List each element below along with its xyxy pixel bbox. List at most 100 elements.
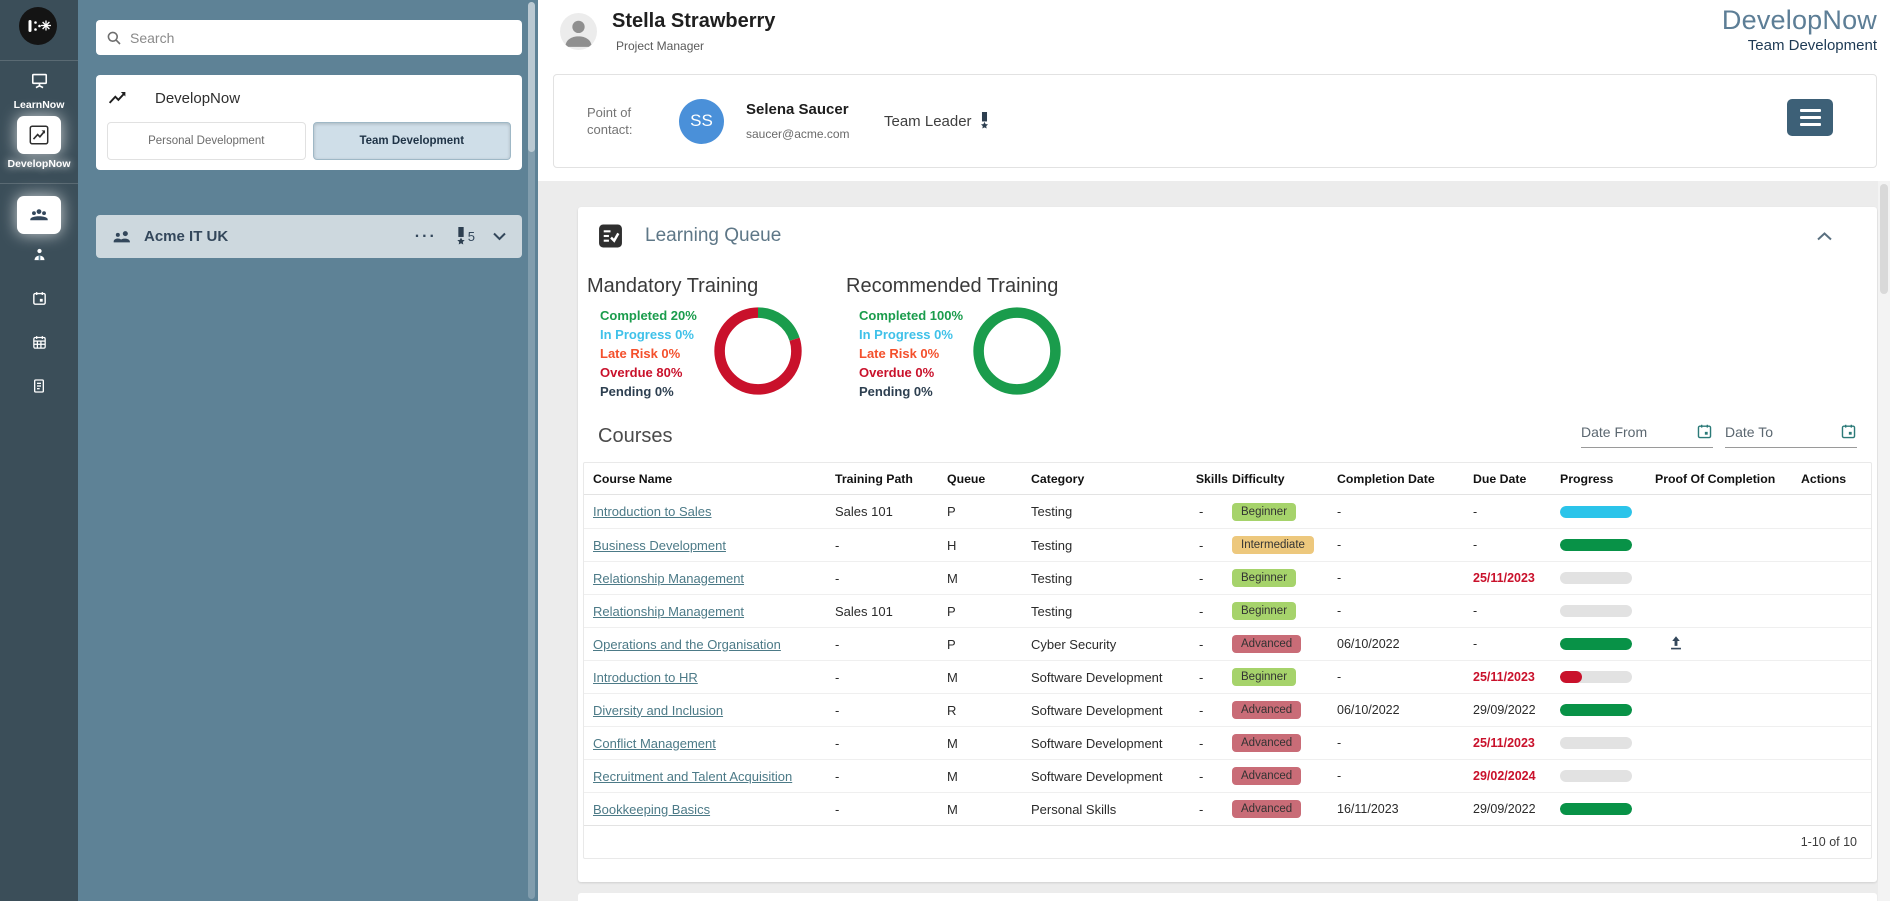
legend-pending: Pending 0% xyxy=(600,382,703,401)
panel-title: DevelopNow xyxy=(155,90,240,107)
training-path-cell: - xyxy=(835,769,947,784)
nav-rail: LearnNow DevelopNow xyxy=(0,0,78,901)
toggle-personal-development[interactable]: Personal Development xyxy=(107,122,306,160)
queue-cell: P xyxy=(947,504,1031,519)
scrollbar-thumb[interactable] xyxy=(1880,184,1888,294)
rail-item-calendar[interactable] xyxy=(0,290,78,307)
skills-cell: - xyxy=(1191,571,1232,586)
due-date-cell: 29/09/2022 xyxy=(1473,703,1560,717)
poc-label: Point ofcontact: xyxy=(587,104,649,138)
brand-block: DevelopNow Team Development xyxy=(1722,5,1877,54)
queue-cell: M xyxy=(947,802,1031,817)
table-row: Bookkeeping Basics - M Personal Skills -… xyxy=(584,792,1871,825)
group-icon xyxy=(112,227,132,247)
skills-cell: - xyxy=(1191,670,1232,685)
rail-item-team-development[interactable] xyxy=(0,196,78,234)
progress-bar-fill xyxy=(1560,671,1582,683)
schedule-calendar-icon xyxy=(31,334,48,351)
donut-chart xyxy=(710,303,806,399)
due-date-cell: 25/11/2023 xyxy=(1473,571,1560,585)
course-name-link[interactable]: Conflict Management xyxy=(593,736,716,751)
difficulty-badge: Advanced xyxy=(1232,767,1301,785)
skills-cell: - xyxy=(1191,802,1232,817)
course-name-link[interactable]: Diversity and Inclusion xyxy=(593,703,723,718)
course-name-link[interactable]: Introduction to Sales xyxy=(593,504,712,519)
collapse-section-button[interactable] xyxy=(1817,232,1832,241)
category-cell: Software Development xyxy=(1031,670,1191,685)
rail-item-trainer[interactable] xyxy=(0,246,78,263)
chevron-down-icon[interactable] xyxy=(493,232,506,241)
completion-date-cell: 06/10/2022 xyxy=(1337,703,1473,717)
progress-bar xyxy=(1560,605,1632,617)
rail-item-developnow[interactable]: DevelopNow xyxy=(0,116,78,170)
developnow-icon xyxy=(17,116,61,154)
completion-date-cell: - xyxy=(1337,571,1473,585)
course-name-link[interactable]: Operations and the Organisation xyxy=(593,637,781,652)
page-user-role: Project Manager xyxy=(616,39,704,53)
learning-queue-card: Learning Queue Mandatory TrainingComplet… xyxy=(578,207,1877,882)
category-cell: Software Development xyxy=(1031,769,1191,784)
sidebar: DevelopNow Personal Development Team Dev… xyxy=(78,0,538,901)
difficulty-badge: Advanced xyxy=(1232,800,1301,818)
course-name-link[interactable]: Bookkeeping Basics xyxy=(593,802,710,817)
search-input[interactable] xyxy=(130,30,512,46)
toggle-team-development[interactable]: Team Development xyxy=(313,122,512,160)
course-name-link[interactable]: Recruitment and Talent Acquisition xyxy=(593,769,792,784)
legend-overdue: Overdue 80% xyxy=(600,363,703,382)
queue-cell: M xyxy=(947,571,1031,586)
date-from-label: Date From xyxy=(1581,424,1647,440)
date-to-field[interactable]: Date To xyxy=(1725,423,1857,448)
rail-item-schedule[interactable] xyxy=(0,334,78,351)
category-cell: Cyber Security xyxy=(1031,637,1191,652)
calendar-icon xyxy=(1840,423,1857,440)
course-name-link[interactable]: Relationship Management xyxy=(593,571,744,586)
contact-avatar-initials[interactable]: SS xyxy=(679,99,724,144)
upload-proof-icon[interactable] xyxy=(1667,634,1685,652)
due-date-cell: - xyxy=(1473,505,1560,519)
rail-item-learnnow[interactable]: LearnNow xyxy=(0,71,78,111)
completion-date-cell: - xyxy=(1337,538,1473,552)
skills-cell: - xyxy=(1191,736,1232,751)
date-from-field[interactable]: Date From xyxy=(1581,423,1713,448)
page-user-name: Stella Strawberry xyxy=(612,10,775,33)
chart-legend: Completed 100%In Progress 0%Late Risk 0%… xyxy=(859,303,962,401)
completion-date-cell: - xyxy=(1337,505,1473,519)
courses-title: Courses xyxy=(598,425,672,448)
category-cell: Testing xyxy=(1031,538,1191,553)
sidebar-scrollbar-thumb[interactable] xyxy=(528,2,535,152)
app-logo[interactable] xyxy=(19,7,57,45)
skills-cell: - xyxy=(1191,769,1232,784)
team-medal-count[interactable]: 5 xyxy=(455,227,475,246)
vertical-scrollbar[interactable] xyxy=(1878,181,1890,901)
queue-cell: P xyxy=(947,604,1031,619)
difficulty-badge: Advanced xyxy=(1232,701,1301,719)
completion-date-cell: - xyxy=(1337,670,1473,684)
completion-date-cell: 16/11/2023 xyxy=(1337,802,1473,816)
table-row: Business Development - H Testing - Inter… xyxy=(584,528,1871,561)
due-date-cell: - xyxy=(1473,637,1560,651)
course-name-link[interactable]: Business Development xyxy=(593,538,726,553)
queue-cell: M xyxy=(947,670,1031,685)
team-menu-ellipsis[interactable]: ··· xyxy=(415,228,437,246)
rail-label-developnow: DevelopNow xyxy=(0,158,78,170)
menu-hamburger-button[interactable] xyxy=(1787,99,1833,136)
legend-late-risk: Late Risk 0% xyxy=(600,344,703,363)
column-header-proof-of-completion: Proof Of Completion xyxy=(1655,472,1801,486)
progress-bar xyxy=(1560,737,1632,749)
team-row-acme-it-uk[interactable]: Acme IT UK ··· 5 xyxy=(96,215,522,258)
training-path-cell: - xyxy=(835,802,947,817)
due-date-cell: 29/02/2024 xyxy=(1473,769,1560,783)
queue-cell: H xyxy=(947,538,1031,553)
rail-item-documents[interactable] xyxy=(0,378,78,394)
due-date-cell: 29/09/2022 xyxy=(1473,802,1560,816)
category-cell: Testing xyxy=(1031,571,1191,586)
course-name-link[interactable]: Relationship Management xyxy=(593,604,744,619)
category-cell: Testing xyxy=(1031,504,1191,519)
medal-icon xyxy=(455,227,467,246)
course-name-link[interactable]: Introduction to HR xyxy=(593,670,698,685)
progress-bar xyxy=(1560,803,1632,815)
table-row: Introduction to HR - M Software Developm… xyxy=(584,660,1871,693)
due-date-cell: - xyxy=(1473,604,1560,618)
queue-cell: M xyxy=(947,736,1031,751)
table-row: Diversity and Inclusion - R Software Dev… xyxy=(584,693,1871,726)
